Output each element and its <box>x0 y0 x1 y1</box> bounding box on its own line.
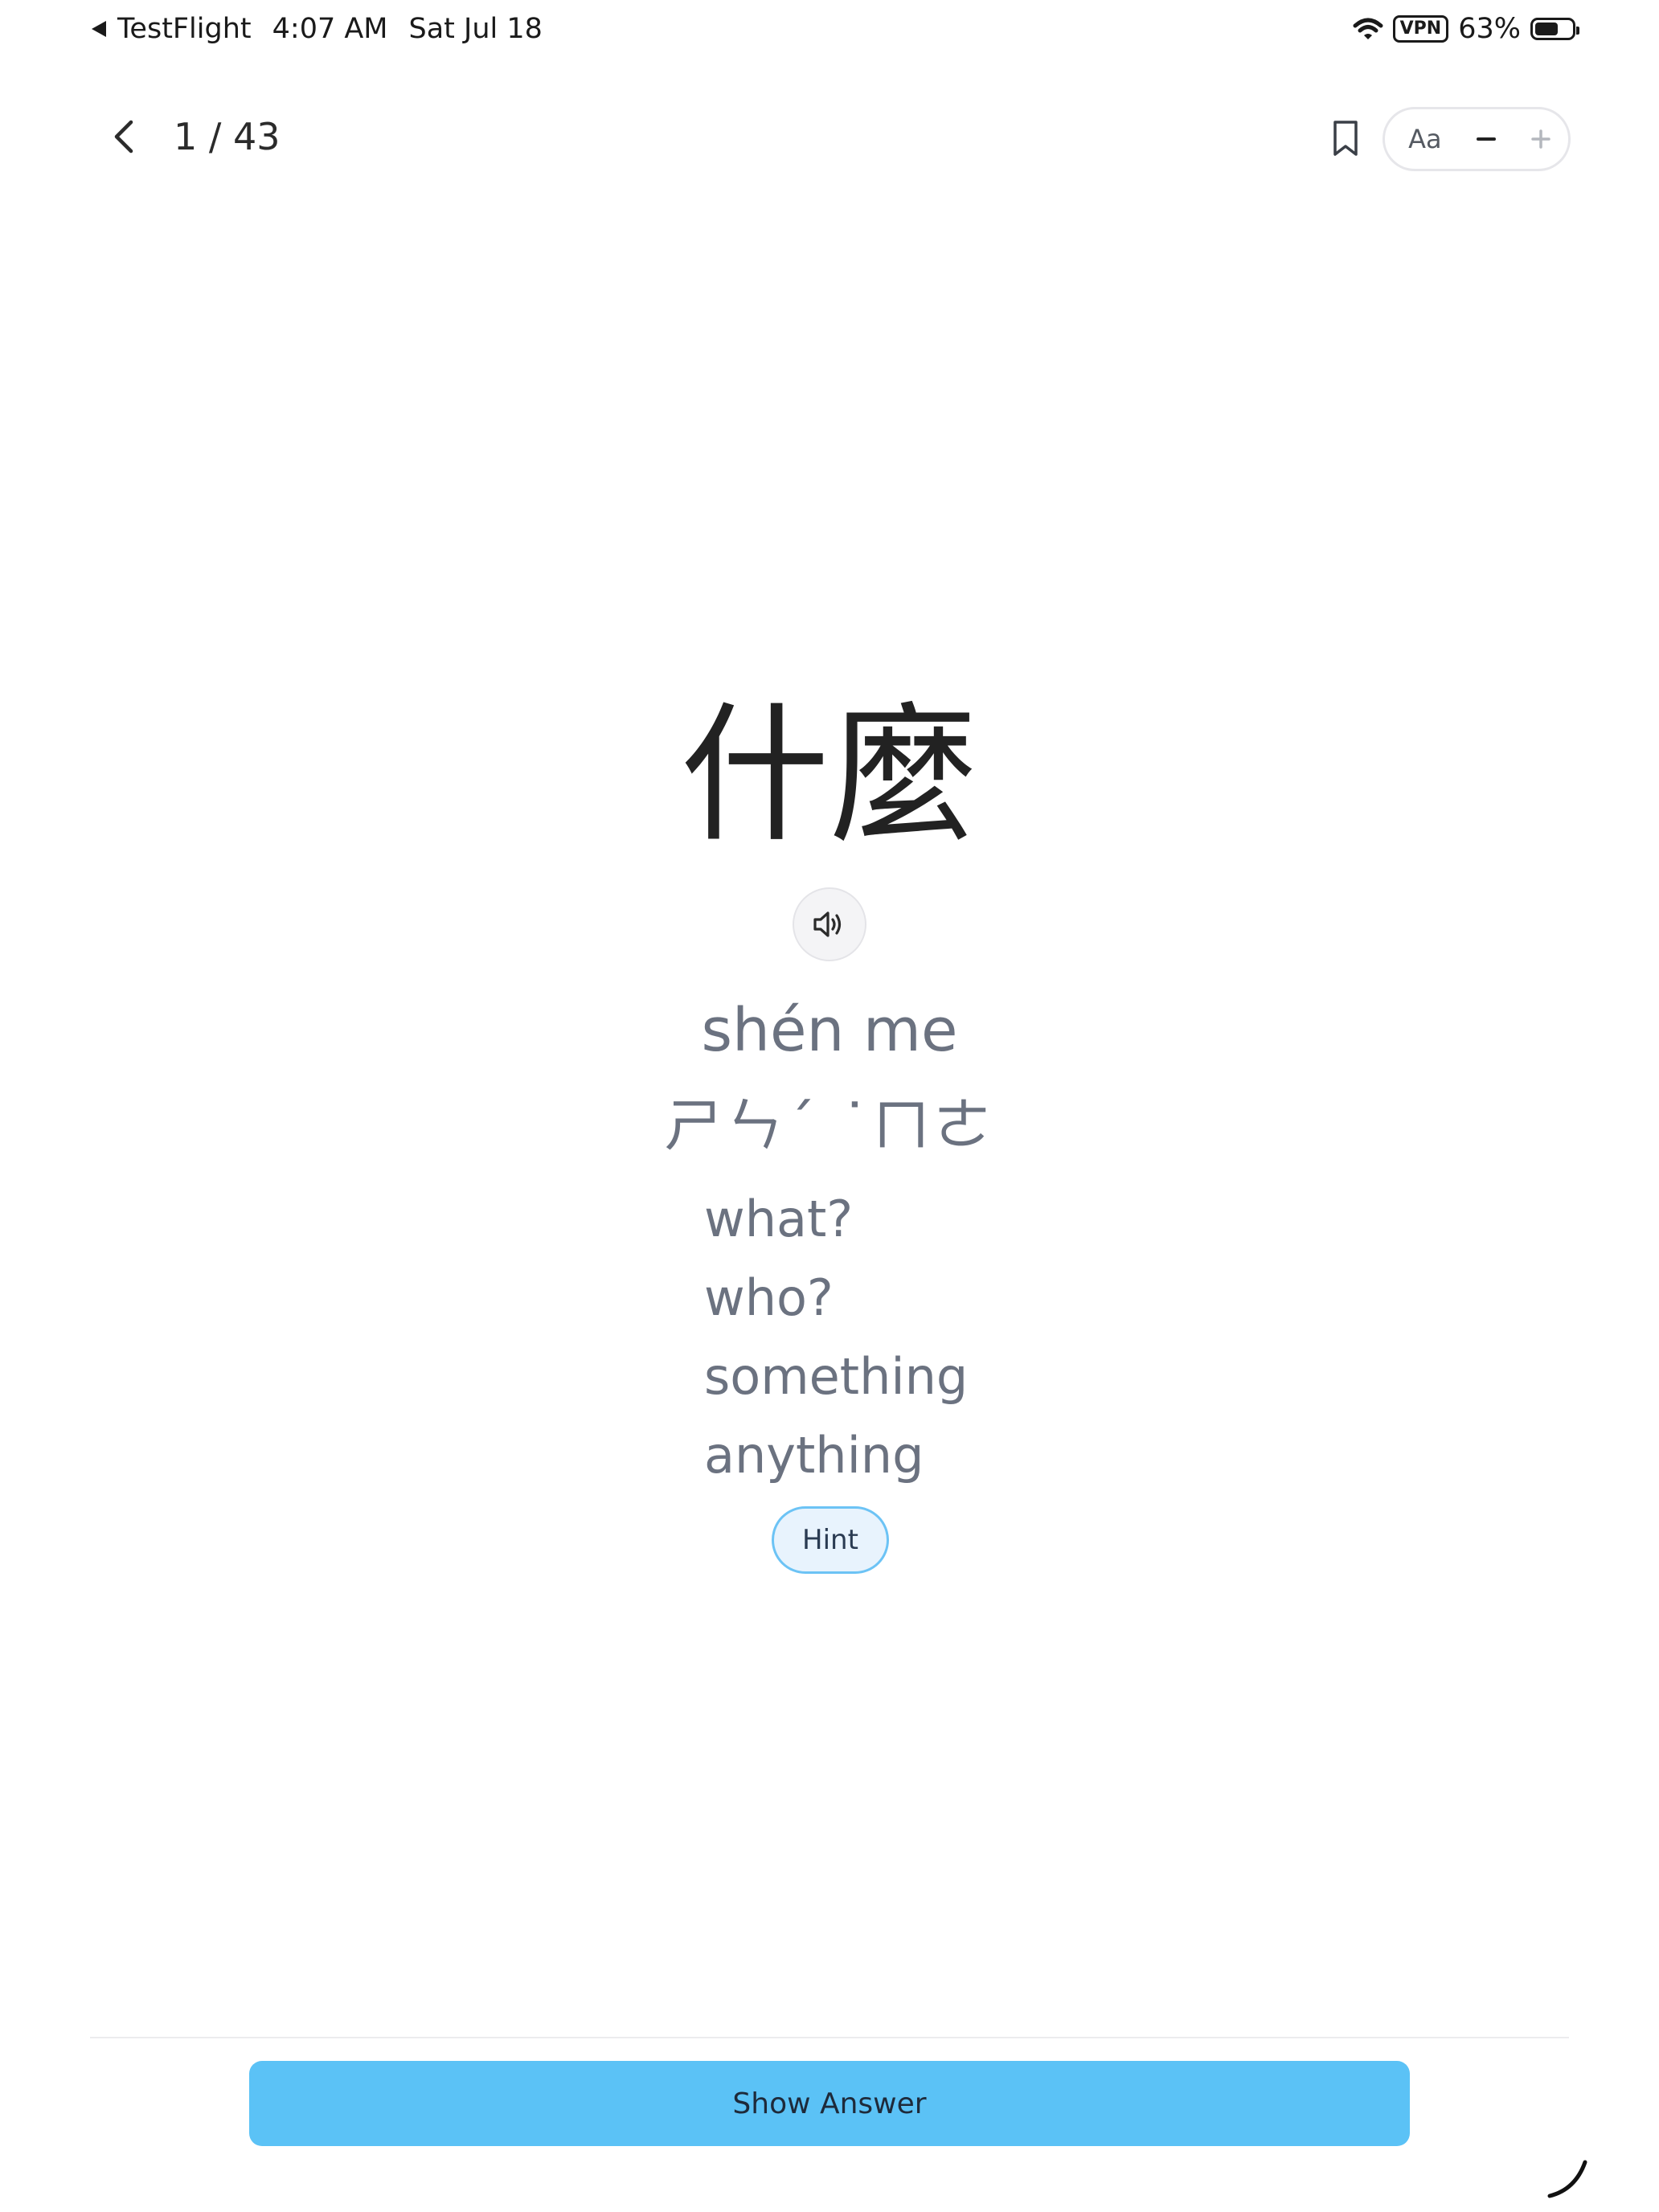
plus-icon <box>1531 129 1550 149</box>
definition-list: what? who? something anything <box>704 1180 968 1495</box>
back-app-label: TestFlight <box>117 13 252 45</box>
bookmark-icon <box>1333 121 1358 156</box>
show-answer-button[interactable]: Show Answer <box>249 2061 1410 2146</box>
back-triangle-icon <box>92 21 106 37</box>
battery-fill <box>1535 23 1558 35</box>
wifi-icon <box>1353 18 1383 39</box>
definition-item: anything <box>704 1426 924 1485</box>
status-date: Sat Jul 18 <box>408 13 543 45</box>
font-size-label: Aa <box>1408 124 1442 154</box>
footer-divider <box>90 2037 1569 2038</box>
definition-item: what? <box>704 1190 854 1248</box>
status-right: VPN 63% <box>1353 13 1579 45</box>
hanzi-term: 什麼 <box>679 688 979 862</box>
play-audio-button[interactable] <box>793 887 866 961</box>
chevron-left-icon <box>114 120 133 154</box>
minus-icon <box>1476 137 1496 141</box>
battery-percent: 63% <box>1458 13 1521 45</box>
flashcard-screen: TestFlight 4:07 AM Sat Jul 18 VPN 63% 1 … <box>0 0 1659 2212</box>
back-to-app-link[interactable]: TestFlight <box>90 13 252 45</box>
font-decrease-button[interactable] <box>1459 111 1514 167</box>
zhuyin-reading: ㄕㄣˊ ˙ㄇㄜ <box>664 1092 995 1159</box>
status-left: TestFlight 4:07 AM Sat Jul 18 <box>90 13 543 45</box>
pinyin-reading: shén me <box>701 996 958 1065</box>
corner-resize-indicator-icon <box>1547 2160 1587 2198</box>
definition-item: who? <box>704 1268 834 1327</box>
definition-item: something <box>704 1347 969 1406</box>
vpn-badge: VPN <box>1392 15 1449 43</box>
battery-icon <box>1530 18 1579 40</box>
font-increase-button[interactable] <box>1514 111 1568 167</box>
status-bar: TestFlight 4:07 AM Sat Jul 18 VPN 63% <box>0 0 1659 64</box>
bookmark-button[interactable] <box>1321 113 1370 164</box>
battery-nub <box>1576 27 1579 35</box>
hint-button[interactable]: Hint <box>772 1506 889 1574</box>
status-time: 4:07 AM <box>272 13 388 45</box>
card-progress-counter: 1 / 43 <box>174 115 281 158</box>
speaker-icon <box>813 911 842 937</box>
font-size-control: Aa <box>1382 107 1571 171</box>
back-button[interactable] <box>100 113 148 161</box>
